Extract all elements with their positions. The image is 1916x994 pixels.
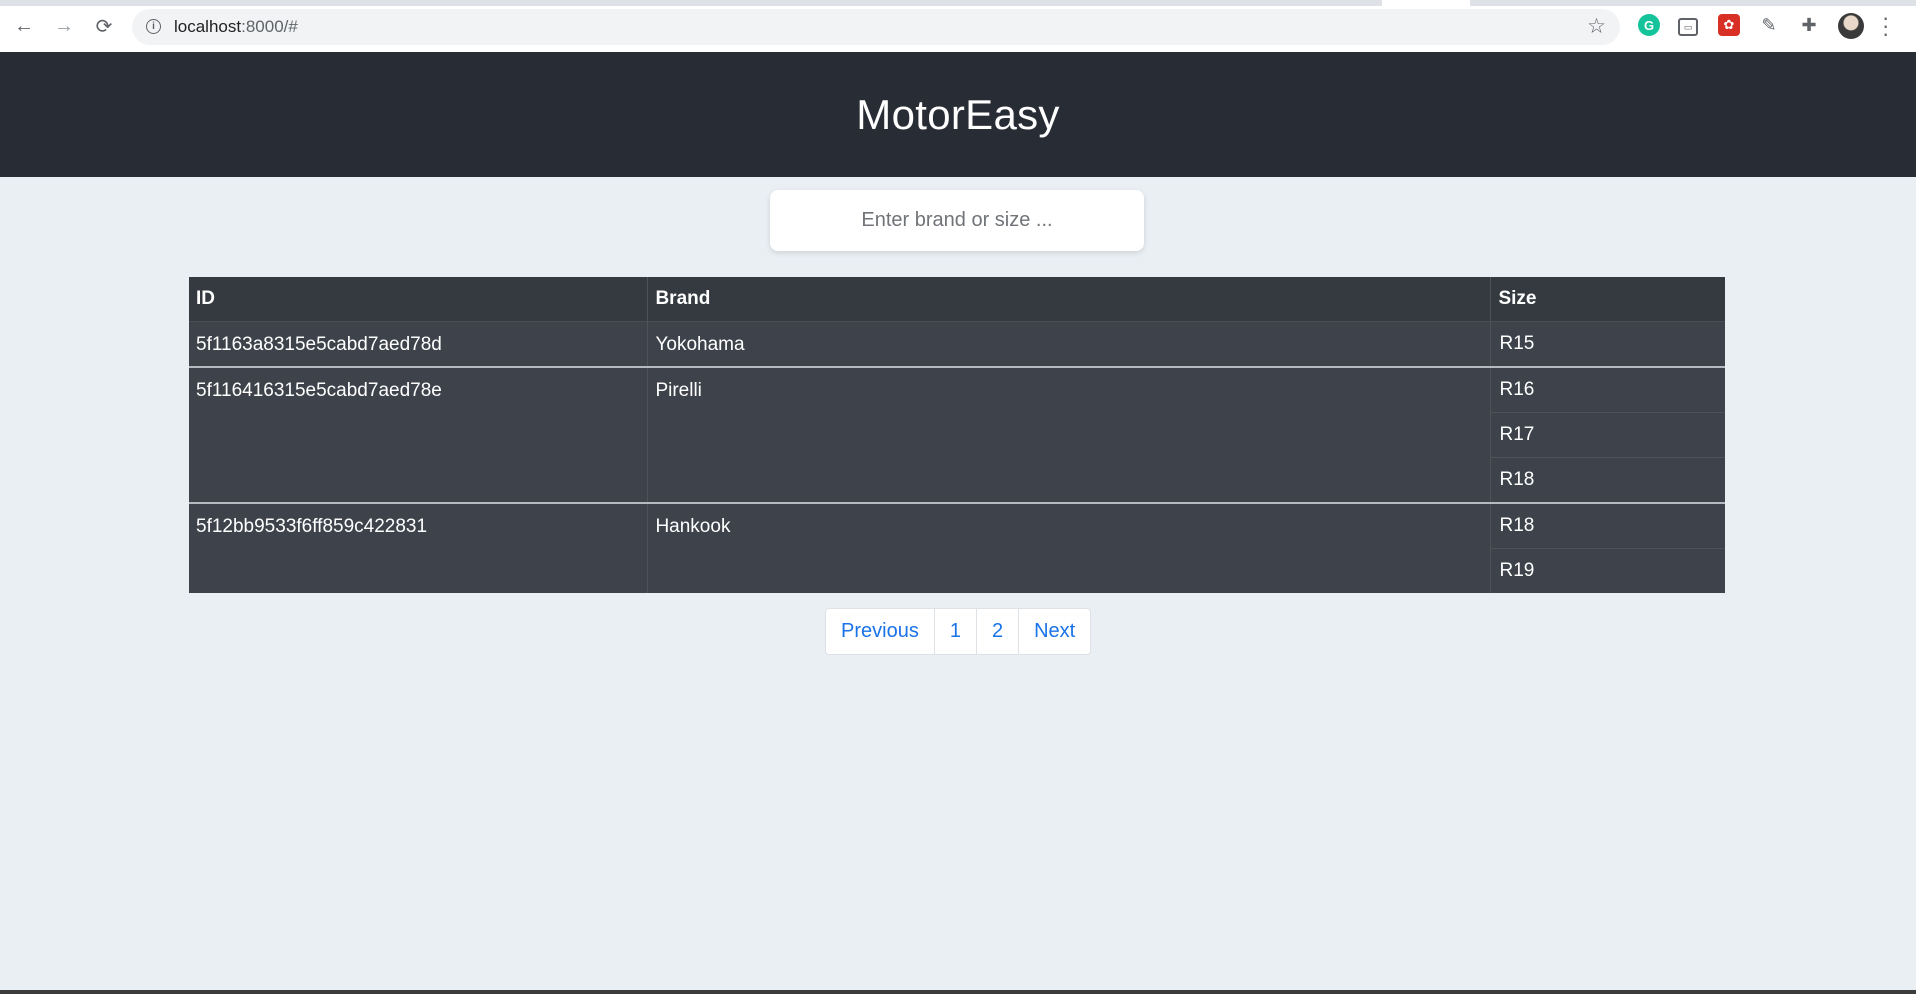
id-cell: 5f12bb9533f6ff859c422831 (189, 502, 649, 593)
brand-cell: Yokohama (647, 321, 1492, 367)
active-tab[interactable] (1382, 0, 1470, 6)
size-item: R15 (1499, 333, 1535, 354)
back-icon[interactable]: ← (10, 12, 38, 40)
header-size: Size (1490, 277, 1725, 322)
page-2-link[interactable]: 2 (977, 609, 1020, 654)
previous-page-link[interactable]: Previous (826, 609, 935, 654)
avatar[interactable] (1838, 13, 1864, 39)
size-item: R16 (1491, 368, 1725, 413)
info-icon[interactable]: i (146, 19, 161, 34)
id-text: 5f116416315e5cabd7aed78e (196, 380, 442, 401)
table-header-row: ID Brand Size (189, 277, 1725, 322)
search-input[interactable] (770, 190, 1144, 251)
table-row: 5f116416315e5cabd7aed78e Pirelli R16 R17… (189, 366, 1725, 503)
browser-toolbar: ← → ⟳ i localhost:8000/# ☆ G ▭ ✿ ✎ ✚ · · · (0, 0, 1916, 53)
puzzle-icon[interactable]: ✚ (1798, 14, 1820, 36)
brand-text: Yokohama (655, 334, 745, 355)
header-brand: Brand (647, 277, 1492, 322)
size-cell: R15 (1491, 322, 1725, 368)
size-cell: R18 R19 (1490, 502, 1725, 593)
address-bar[interactable]: i localhost:8000/# ☆ (132, 9, 1620, 45)
table-row: 5f1163a8315e5cabd7aed78d Yokohama R15 (189, 321, 1725, 368)
brand-text: Pirelli (655, 380, 702, 401)
url-text[interactable]: localhost:8000/# (174, 17, 298, 37)
kebab-menu-icon[interactable]: · · · (1882, 7, 1889, 45)
size-item: R19 (1499, 560, 1535, 581)
extension-box-icon[interactable]: ▭ (1678, 18, 1698, 36)
page-1-link[interactable]: 1 (935, 609, 977, 654)
size-cell: R16 R17 R18 (1490, 366, 1725, 503)
eyedropper-icon[interactable]: ✎ (1758, 14, 1780, 36)
app-title: MotorEasy (856, 90, 1060, 138)
brand-cell: Hankook (647, 502, 1492, 593)
pagination: Previous 1 2 Next (825, 608, 1092, 655)
taskbar-edge (0, 990, 1916, 994)
tires-table: ID Brand Size 5f1163a8315e5cabd7aed78d Y… (189, 277, 1725, 593)
reload-icon[interactable]: ⟳ (90, 12, 118, 40)
forward-icon[interactable]: → (50, 12, 78, 40)
size-item: R18 (1499, 469, 1535, 490)
app-header: MotorEasy (0, 52, 1916, 177)
table-row: 5f12bb9533f6ff859c422831 Hankook R18 R19 (189, 502, 1725, 593)
brand-text: Hankook (655, 516, 731, 537)
id-text: 5f1163a8315e5cabd7aed78d (196, 334, 442, 355)
id-text: 5f12bb9533f6ff859c422831 (196, 516, 428, 537)
size-item: R17 (1491, 413, 1725, 458)
id-cell: 5f116416315e5cabd7aed78e (189, 366, 649, 503)
brand-cell: Pirelli (647, 366, 1492, 503)
next-page-link[interactable]: Next (1019, 609, 1090, 654)
url-path: :8000/# (241, 17, 298, 36)
star-icon[interactable]: ☆ (1587, 14, 1606, 39)
extension-red-icon[interactable]: ✿ (1718, 14, 1740, 36)
size-item: R18 (1491, 504, 1725, 549)
tab-strip (0, 0, 1916, 6)
grammarly-icon[interactable]: G (1638, 14, 1660, 36)
id-cell: 5f1163a8315e5cabd7aed78d (189, 321, 649, 367)
url-host: localhost (174, 17, 242, 36)
header-id: ID (189, 277, 649, 322)
